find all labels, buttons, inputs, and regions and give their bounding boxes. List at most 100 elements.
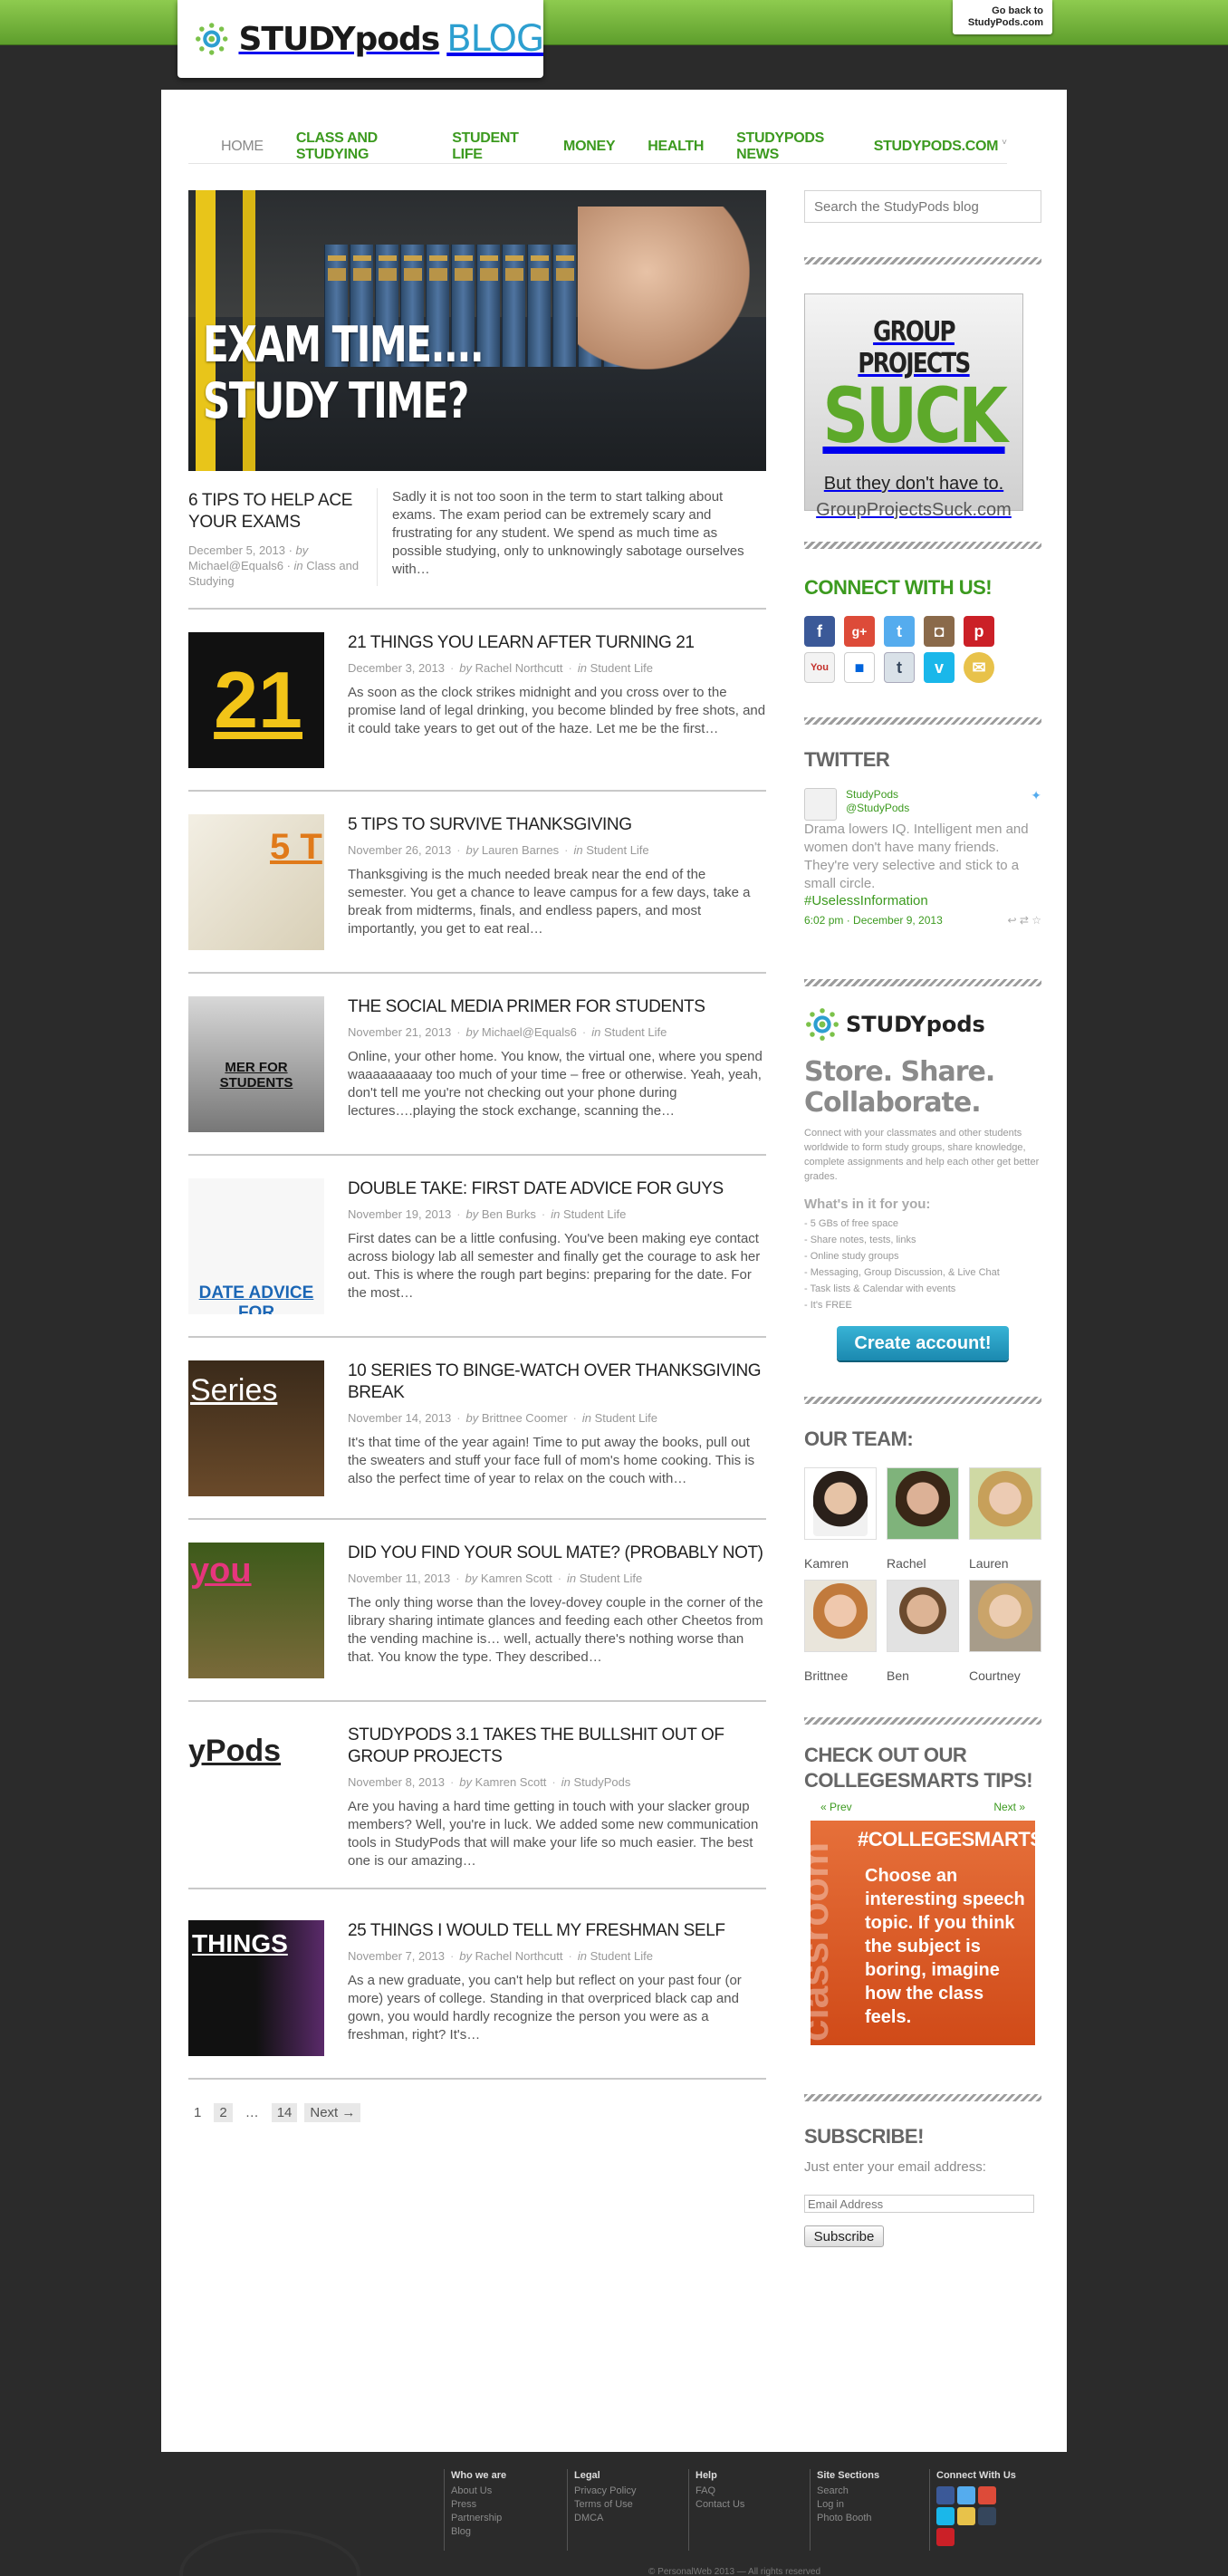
team-member-photo[interactable] <box>887 1580 959 1652</box>
footer-link[interactable]: Terms of Use <box>574 2498 636 2512</box>
team-member[interactable]: Brittnee <box>804 1580 877 1683</box>
post-title[interactable]: 21 THINGS YOU LEARN AFTER TURNING 21 <box>348 632 766 654</box>
tweet-actions-icon[interactable]: ↩ ⇄ ☆ <box>1007 914 1041 927</box>
footer-link[interactable]: Press <box>451 2498 506 2512</box>
featured-post-author[interactable]: Michael@Equals6 <box>188 559 283 572</box>
post-thumbnail[interactable]: Series <box>188 1360 324 1496</box>
post-thumbnail[interactable]: 5 T <box>188 814 324 950</box>
featured-post-title[interactable]: 6 TIPS TO HELP ACE YOUR EXAMS <box>188 490 379 533</box>
footer-link[interactable]: Photo Booth <box>817 2512 879 2525</box>
team-member-photo[interactable] <box>804 1467 877 1540</box>
twitter-avatar[interactable] <box>804 788 837 821</box>
team-member[interactable]: Ben <box>887 1580 959 1683</box>
post-category[interactable]: Student Life <box>580 1572 642 1585</box>
post-title[interactable]: 10 SERIES TO BINGE-WATCH OVER THANKSGIVI… <box>348 1360 766 1404</box>
instagram-icon[interactable]: ◘ <box>924 616 955 647</box>
post-title[interactable]: 25 THINGS I WOULD TELL MY FRESHMAN SELF <box>348 1920 766 1942</box>
post-author[interactable]: Kamren Scott <box>481 1572 552 1585</box>
nav-money[interactable]: MONEY <box>563 139 615 155</box>
tweet-time[interactable]: 6:02 pm · December 9, 2013 <box>804 914 943 927</box>
post-category[interactable]: Student Life <box>595 1411 657 1425</box>
post-title[interactable]: THE SOCIAL MEDIA PRIMER FOR STUDENTS <box>348 996 766 1018</box>
footer-link[interactable]: Contact Us <box>696 2498 744 2512</box>
post-author[interactable]: Michael@Equals6 <box>482 1025 577 1039</box>
page-14-link[interactable]: 14 <box>271 2103 298 2122</box>
twitter-bird-icon[interactable]: ✦ <box>1031 788 1041 803</box>
tweet-name[interactable]: StudyPods <box>846 788 1041 802</box>
tumblr-icon[interactable] <box>978 2507 996 2525</box>
delicious-icon[interactable] <box>957 2507 975 2525</box>
footer-link[interactable]: Partnership <box>451 2512 506 2525</box>
team-member-photo[interactable] <box>969 1467 1041 1540</box>
post-title[interactable]: STUDYPODS 3.1 TAKES THE BULLSHIT OUT OF … <box>348 1725 766 1768</box>
post-author[interactable]: Rachel Northcutt <box>475 661 563 675</box>
email-field[interactable] <box>804 2195 1034 2213</box>
post-thumbnail[interactable]: DATE ADVICE FOR <box>188 1178 324 1314</box>
delicious-icon[interactable]: ■ <box>844 652 875 683</box>
nav-class-and-studying[interactable]: CLASS AND STUDYING <box>296 130 419 163</box>
post-author[interactable]: Brittnee Coomer <box>482 1411 568 1425</box>
pinterest-icon[interactable]: p <box>964 616 994 647</box>
nav-home[interactable]: HOME <box>221 139 264 155</box>
studypods-promo-logo[interactable]: STUDYpods <box>804 1006 1041 1043</box>
blog-logo[interactable]: STUDYpods BLOG <box>177 0 544 78</box>
post-category[interactable]: Student Life <box>590 1949 653 1963</box>
facebook-icon[interactable] <box>936 2486 955 2504</box>
post-thumbnail[interactable]: you <box>188 1543 324 1678</box>
post-thumbnail[interactable]: 21 <box>188 632 324 768</box>
footer-link[interactable]: Blog <box>451 2525 506 2539</box>
google-plus-icon[interactable]: g+ <box>844 616 875 647</box>
featured-post-image[interactable]: EXAM TIME.... STUDY TIME? <box>188 190 766 471</box>
team-member-photo[interactable] <box>804 1580 877 1652</box>
google-plus-icon[interactable] <box>978 2486 996 2504</box>
nav-studypods-com[interactable]: STUDYPODS.COM <box>874 139 999 155</box>
tweet-hashtag[interactable]: #UselessInformation <box>804 893 1041 908</box>
tumblr-icon[interactable]: t <box>884 652 915 683</box>
post-category[interactable]: Student Life <box>586 843 648 857</box>
footer-link[interactable]: Log in <box>817 2498 879 2512</box>
post-author[interactable]: Ben Burks <box>482 1207 536 1221</box>
team-member[interactable]: Rachel <box>887 1467 959 1571</box>
post-title[interactable]: DID YOU FIND YOUR SOUL MATE? (PROBABLY N… <box>348 1543 766 1564</box>
post-category[interactable]: Student Life <box>563 1207 626 1221</box>
search-input[interactable] <box>804 190 1041 223</box>
page-2-link[interactable]: 2 <box>214 2103 233 2122</box>
footer-link[interactable]: Search <box>817 2485 879 2498</box>
footer-link[interactable]: Privacy Policy <box>574 2485 636 2498</box>
tweet-author[interactable]: StudyPods @StudyPods <box>846 788 1041 815</box>
next-page-link[interactable]: Next → <box>304 2103 361 2122</box>
back-to-studypods-link[interactable]: Go back to StudyPods.com <box>953 0 1052 34</box>
vimeo-icon[interactable] <box>936 2507 955 2525</box>
footer-link[interactable]: About Us <box>451 2485 506 2498</box>
post-author[interactable]: Lauren Barnes <box>482 843 559 857</box>
post-thumbnail[interactable]: THINGS <box>188 1920 324 2056</box>
pinterest-icon[interactable] <box>936 2528 955 2546</box>
footer-link[interactable]: FAQ <box>696 2485 744 2498</box>
post-category[interactable]: Student Life <box>590 661 653 675</box>
team-member-photo[interactable] <box>887 1467 959 1540</box>
twitter-icon[interactable] <box>957 2486 975 2504</box>
subscribe-button[interactable]: Subscribe <box>804 2225 884 2247</box>
post-title[interactable]: 5 TIPS TO SURVIVE THANKSGIVING <box>348 814 766 836</box>
nav-studypods-news[interactable]: STUDYPODS NEWS <box>736 130 841 163</box>
nav-health[interactable]: HEALTH <box>648 139 704 155</box>
youtube-icon[interactable]: You <box>804 652 835 683</box>
collegesmarts-card[interactable]: classroom #COLLEGESMARTS Choose an inter… <box>811 1821 1035 2045</box>
footer-link[interactable]: DMCA <box>574 2512 636 2525</box>
feed-icon[interactable]: ✉ <box>964 652 994 683</box>
twitter-icon[interactable]: t <box>884 616 915 647</box>
post-title[interactable]: DOUBLE TAKE: FIRST DATE ADVICE FOR GUYS <box>348 1178 766 1200</box>
team-member-photo[interactable] <box>969 1580 1041 1652</box>
create-account-button[interactable]: Create account! <box>837 1326 1009 1360</box>
facebook-icon[interactable]: f <box>804 616 835 647</box>
post-category[interactable]: Student Life <box>604 1025 667 1039</box>
nav-student-life[interactable]: STUDENT LIFE <box>452 130 531 163</box>
post-category[interactable]: StudyPods <box>574 1775 631 1789</box>
team-member[interactable]: Kamren <box>804 1467 877 1571</box>
post-author[interactable]: Rachel Northcutt <box>475 1949 563 1963</box>
post-thumbnail[interactable]: MER FOR STUDENTS <box>188 996 324 1132</box>
group-projects-suck-ad[interactable]: GROUP PROJECTS SUCK But they don't have … <box>804 293 1023 520</box>
dropdown-caret-icon[interactable]: ˅ <box>1002 138 1007 148</box>
post-author[interactable]: Kamren Scott <box>475 1775 547 1789</box>
collegesmarts-next[interactable]: Next » <box>993 1801 1025 1813</box>
